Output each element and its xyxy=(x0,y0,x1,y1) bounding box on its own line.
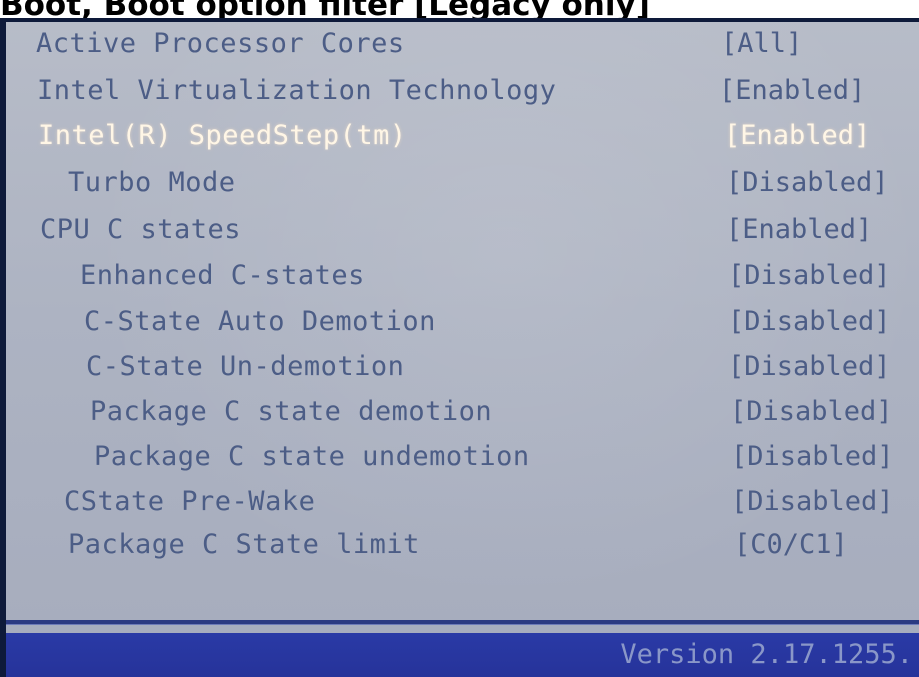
setting-intel-speedstep[interactable]: Intel(R) SpeedStep(tm) [Enabled] xyxy=(6,118,919,158)
setting-value[interactable]: [Disabled] xyxy=(730,394,893,430)
setting-enhanced-c-states[interactable]: Enhanced C-states [Disabled] xyxy=(6,258,919,298)
setting-cpu-c-states[interactable]: CPU C states [Enabled] xyxy=(6,212,919,252)
bios-settings-list: Active Processor Cores [All] Intel Virtu… xyxy=(6,22,919,612)
bios-screen: Active Processor Cores [All] Intel Virtu… xyxy=(6,22,919,677)
version-label: Version 2.17.1255. xyxy=(620,639,913,670)
setting-label: CPU C states xyxy=(40,214,242,245)
setting-active-processor-cores[interactable]: Active Processor Cores [All] xyxy=(6,26,919,66)
setting-label: CState Pre-Wake xyxy=(64,486,316,517)
setting-label: Intel(R) SpeedStep(tm) xyxy=(38,120,407,151)
bios-photo: Active Processor Cores [All] Intel Virtu… xyxy=(0,18,919,677)
setting-label: C-State Un-demotion xyxy=(86,351,405,382)
setting-value[interactable]: [Disabled] xyxy=(731,484,894,520)
setting-label: Turbo Mode xyxy=(68,167,236,198)
setting-value[interactable]: [Disabled] xyxy=(728,349,891,385)
page: Boot, Boot option filter [Legacy only] A… xyxy=(0,0,919,677)
setting-value[interactable]: [Disabled] xyxy=(728,258,891,294)
setting-value[interactable]: [C0/C1] xyxy=(734,527,848,563)
setting-cstate-pre-wake[interactable]: CState Pre-Wake [Disabled] xyxy=(6,484,919,524)
setting-package-c-state-limit[interactable]: Package C State limit [C0/C1] xyxy=(6,527,919,567)
setting-intel-virtualization-technology[interactable]: Intel Virtualization Technology [Enabled… xyxy=(6,73,919,113)
setting-c-state-un-demotion[interactable]: C-State Un-demotion [Disabled] xyxy=(6,349,919,389)
setting-package-c-state-undemotion[interactable]: Package C state undemotion [Disabled] xyxy=(6,439,919,479)
footer-divider xyxy=(6,620,919,624)
setting-value[interactable]: [Enabled] xyxy=(719,73,865,109)
setting-c-state-auto-demotion[interactable]: C-State Auto Demotion [Disabled] xyxy=(6,304,919,344)
setting-label: C-State Auto Demotion xyxy=(84,306,436,337)
setting-value[interactable]: [Enabled] xyxy=(726,212,872,248)
setting-label: Package C state undemotion xyxy=(94,441,530,472)
setting-value[interactable]: [All] xyxy=(721,26,802,62)
setting-label: Enhanced C-states xyxy=(80,260,365,291)
setting-label: Active Processor Cores xyxy=(36,28,405,59)
setting-value[interactable]: [Disabled] xyxy=(731,439,894,475)
setting-value[interactable]: [Enabled] xyxy=(724,118,870,154)
setting-package-c-state-demotion[interactable]: Package C state demotion [Disabled] xyxy=(6,394,919,434)
setting-label: Package C State limit xyxy=(68,529,420,560)
setting-value[interactable]: [Disabled] xyxy=(726,165,889,201)
footer-bar: Version 2.17.1255. xyxy=(6,633,919,677)
setting-label: Package C state demotion xyxy=(90,396,493,427)
setting-turbo-mode[interactable]: Turbo Mode [Disabled] xyxy=(6,165,919,205)
setting-label: Intel Virtualization Technology xyxy=(37,75,557,106)
setting-value[interactable]: [Disabled] xyxy=(728,304,891,340)
